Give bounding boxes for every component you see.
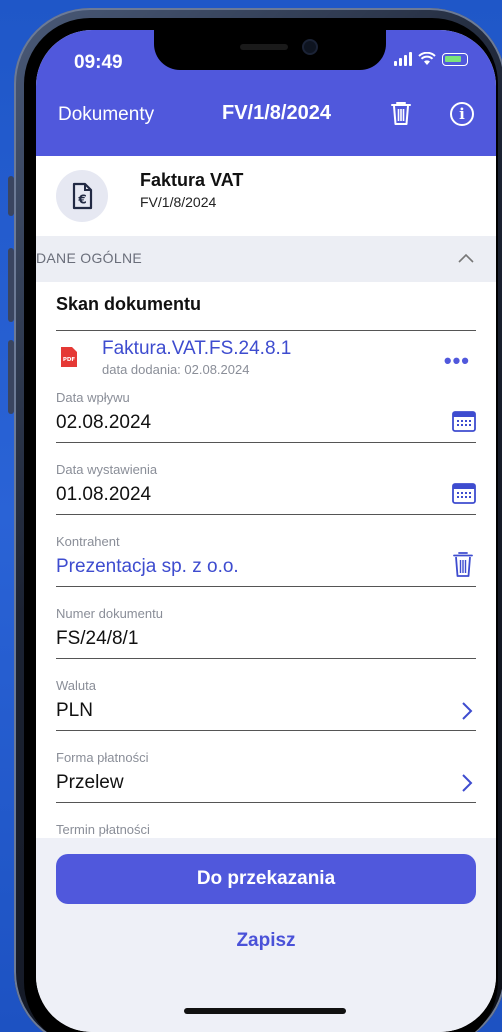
more-options-icon[interactable]: •••	[444, 348, 470, 374]
chevron-right-icon[interactable]	[460, 772, 474, 794]
calendar-icon[interactable]	[452, 482, 476, 504]
chevron-right-icon[interactable]	[460, 700, 474, 722]
bottom-action-area: Do przekazania Zapisz	[36, 838, 496, 1032]
scan-divider	[56, 330, 476, 331]
volume-down-button	[8, 340, 14, 414]
save-button[interactable]: Zapisz	[36, 930, 496, 952]
notch	[154, 30, 386, 70]
trash-icon[interactable]	[390, 100, 412, 126]
status-icons	[394, 52, 468, 66]
payment-method-field[interactable]: Forma płatności Przelew	[56, 750, 476, 810]
currency-field[interactable]: Waluta PLN	[56, 678, 476, 738]
document-number: FV/1/8/2024	[140, 194, 217, 210]
contractor-field[interactable]: Kontrahent Prezentacja sp. z o.o.	[56, 534, 476, 594]
issue-date-label: Data wystawienia	[56, 462, 158, 477]
issue-date-field[interactable]: Data wystawienia 01.08.2024	[56, 462, 476, 522]
document-number-label: Numer dokumentu	[56, 606, 163, 621]
send-for-transfer-button[interactable]: Do przekazania	[56, 854, 476, 904]
speaker	[240, 44, 288, 50]
received-date-label: Data wpływu	[56, 390, 130, 405]
field-underline	[56, 658, 476, 659]
trash-icon[interactable]	[452, 550, 474, 578]
battery-icon	[442, 52, 468, 66]
scan-file-date: data dodania: 02.08.2024	[102, 362, 250, 377]
received-date-value[interactable]: 02.08.2024	[56, 412, 151, 434]
home-indicator[interactable]	[184, 1008, 346, 1014]
scan-file-name[interactable]: Faktura.VAT.FS.24.8.1	[102, 338, 291, 360]
document-header: € Faktura VAT FV/1/8/2024	[36, 156, 496, 236]
field-underline	[56, 802, 476, 803]
camera	[302, 39, 318, 55]
invoice-euro-icon: €	[72, 182, 93, 210]
section-header[interactable]: DANE OGÓLNE	[36, 236, 496, 282]
section-label: DANE OGÓLNE	[36, 250, 142, 266]
document-number-value[interactable]: FS/24/8/1	[56, 628, 138, 650]
scan-title: Skan dokumentu	[56, 294, 202, 314]
svg-text:PDF: PDF	[63, 357, 76, 363]
due-date-label: Termin płatności	[56, 822, 150, 837]
contractor-label: Kontrahent	[56, 534, 120, 549]
svg-text:€: €	[77, 193, 86, 207]
contractor-value[interactable]: Prezentacja sp. z o.o.	[56, 556, 239, 578]
document-number-field[interactable]: Numer dokumentu FS/24/8/1	[56, 606, 476, 666]
field-underline	[56, 514, 476, 515]
currency-value[interactable]: PLN	[56, 700, 93, 722]
document-icon-circle: €	[56, 170, 108, 222]
volume-up-button	[8, 248, 14, 322]
wifi-icon	[418, 52, 436, 65]
mute-switch	[8, 176, 14, 216]
field-underline	[56, 442, 476, 443]
received-date-field[interactable]: Data wpływu 02.08.2024	[56, 390, 476, 450]
signal-icon	[394, 52, 412, 66]
currency-label: Waluta	[56, 678, 96, 693]
calendar-icon[interactable]	[452, 410, 476, 432]
issue-date-value[interactable]: 01.08.2024	[56, 484, 151, 506]
status-time: 09:49	[74, 52, 123, 73]
back-button[interactable]: Dokumenty	[58, 104, 154, 126]
pdf-file-icon: PDF	[61, 347, 77, 367]
document-type: Faktura VAT	[140, 170, 244, 190]
field-underline	[56, 586, 476, 587]
due-date-field[interactable]: Termin płatności	[56, 822, 476, 838]
info-icon[interactable]: i	[450, 102, 474, 126]
chevron-up-icon[interactable]	[458, 250, 474, 266]
app-screen: 09:49 Dokumenty FV/1/8/2024 i € Faktura	[36, 30, 496, 1032]
scan-file-row[interactable]: PDF Faktura.VAT.FS.24.8.1 data dodania: …	[36, 336, 496, 384]
payment-method-value[interactable]: Przelew	[56, 772, 124, 794]
field-underline	[56, 730, 476, 731]
nav-title: FV/1/8/2024	[222, 102, 331, 124]
payment-method-label: Forma płatności	[56, 750, 149, 765]
